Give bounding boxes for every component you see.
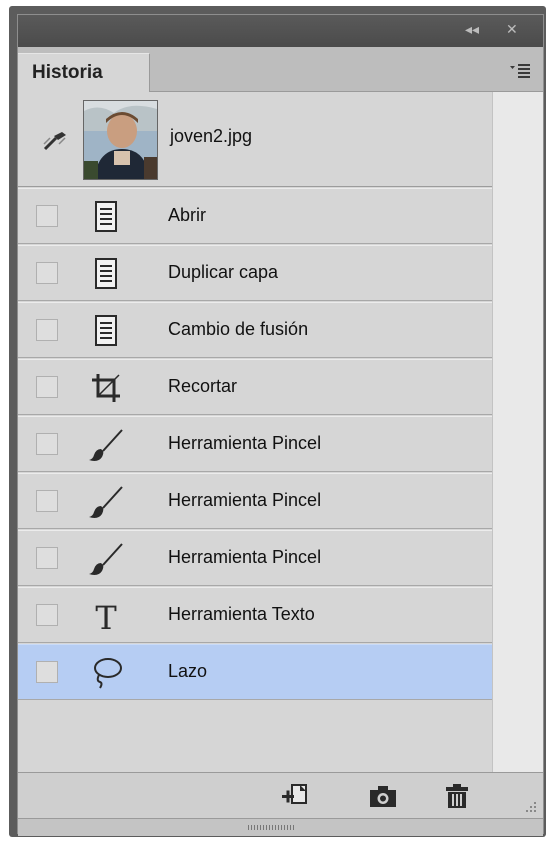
history-brush-source-icon[interactable]: [42, 130, 68, 152]
history-state-label: Duplicar capa: [168, 262, 279, 282]
collapse-icon[interactable]: ◂◂: [465, 21, 479, 39]
brush-icon: [89, 429, 123, 461]
history-brush-source-checkbox[interactable]: [36, 205, 58, 227]
history-state-row[interactable]: T Herramienta Texto: [18, 587, 492, 643]
history-state-label: Abrir: [168, 205, 207, 225]
history-state-label: Herramienta Texto: [168, 604, 315, 624]
history-brush-source-checkbox[interactable]: [36, 547, 58, 569]
history-state-row[interactable]: Recortar: [18, 359, 492, 415]
history-list: joven2.jpg Abrir Duplicar capa Cambio de…: [18, 92, 492, 772]
history-state-row[interactable]: Cambio de fusión: [18, 302, 492, 358]
history-panel: ◂◂ ✕ Historia joven2.jpg Abrir Duplicar …: [17, 14, 544, 836]
drag-handle-icon: [248, 825, 296, 830]
panel-titlebar: ◂◂ ✕: [18, 15, 543, 47]
crop-icon: [92, 374, 120, 402]
snapshot-thumbnail: [83, 100, 158, 180]
history-brush-source-checkbox[interactable]: [36, 490, 58, 512]
history-brush-source-checkbox[interactable]: [36, 604, 58, 626]
history-state-label: Herramienta Pincel: [168, 490, 322, 510]
history-state-row[interactable]: Herramienta Pincel: [18, 416, 492, 472]
resize-grip-icon[interactable]: [523, 799, 537, 813]
history-brush-source-checkbox[interactable]: [36, 433, 58, 455]
close-icon[interactable]: ✕: [506, 21, 518, 39]
photo-thumbnail-icon: [84, 101, 157, 179]
history-state-row[interactable]: Herramienta Pincel: [18, 530, 492, 586]
history-state-row[interactable]: Herramienta Pincel: [18, 473, 492, 529]
tab-historia[interactable]: Historia: [18, 53, 150, 92]
document-icon: [95, 201, 117, 232]
snapshot-row[interactable]: joven2.jpg: [18, 92, 492, 189]
text-tool-icon: T: [95, 599, 117, 634]
history-state-label: Herramienta Pincel: [168, 433, 322, 453]
panel-resize-handle[interactable]: [18, 818, 543, 836]
document-icon: [95, 315, 117, 346]
history-state-label: Herramienta Pincel: [168, 547, 322, 567]
history-brush-source-checkbox[interactable]: [36, 376, 58, 398]
panel-footer: [18, 772, 543, 819]
history-brush-source-checkbox[interactable]: [36, 262, 58, 284]
history-brush-source-checkbox[interactable]: [36, 661, 58, 683]
panel-menu-icon[interactable]: [509, 63, 531, 79]
camera-icon[interactable]: [368, 782, 398, 810]
brush-icon: [89, 543, 123, 575]
history-state-label: Lazo: [168, 661, 208, 681]
tab-strip: Historia: [18, 47, 543, 92]
brush-icon: [89, 486, 123, 518]
svg-text:T: T: [95, 599, 117, 634]
snapshot-label: joven2.jpg: [170, 126, 253, 146]
history-state-label: Cambio de fusión: [168, 319, 309, 339]
history-state-row[interactable]: Abrir: [18, 188, 492, 244]
history-state-label: Recortar: [168, 376, 238, 396]
trash-icon[interactable]: [442, 782, 472, 810]
history-brush-source-checkbox[interactable]: [36, 319, 58, 341]
history-state-row[interactable]: Duplicar capa: [18, 245, 492, 301]
history-state-row-selected[interactable]: Lazo: [18, 644, 492, 700]
document-icon: [95, 258, 117, 289]
scrollbar[interactable]: [492, 92, 543, 772]
lasso-icon: [94, 658, 122, 689]
new-document-from-state-icon[interactable]: [280, 782, 310, 810]
